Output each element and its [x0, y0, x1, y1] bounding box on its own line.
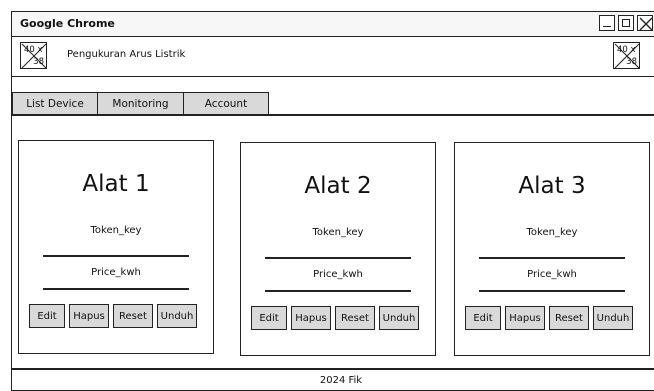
- device-card-1: Alat 1 Token_key Price_kwh Edit Hapus Re…: [18, 140, 214, 354]
- avatar-text-bottom: 38: [626, 57, 637, 67]
- close-icon: [639, 17, 653, 31]
- device-card-2: Alat 2 Token_key Price_kwh Edit Hapus Re…: [240, 142, 436, 356]
- price-kwh-label: Price_kwh: [313, 269, 363, 280]
- hapus-button[interactable]: Hapus: [291, 306, 331, 330]
- device-name: Alat 2: [304, 173, 372, 199]
- token-key-label: Token_key: [312, 227, 364, 238]
- unduh-button[interactable]: Unduh: [379, 306, 419, 330]
- logo-text-bottom: 38: [33, 57, 44, 67]
- device-name: Alat 1: [82, 171, 150, 197]
- edit-button[interactable]: Edit: [465, 306, 501, 330]
- reset-button[interactable]: Reset: [113, 304, 153, 328]
- edit-button[interactable]: Edit: [251, 306, 287, 330]
- token-key-field[interactable]: [479, 257, 625, 259]
- edit-button[interactable]: Edit: [29, 304, 65, 328]
- reset-button[interactable]: Reset: [335, 306, 375, 330]
- minimize-button[interactable]: [599, 15, 615, 31]
- hapus-button[interactable]: Hapus: [69, 304, 109, 328]
- tab-account[interactable]: Account: [183, 92, 269, 115]
- token-key-label: Token_key: [526, 227, 578, 238]
- app-logo: 40 x 38: [20, 42, 47, 69]
- footer-text: 2024 Fik: [319, 375, 363, 386]
- token-key-field[interactable]: [265, 257, 411, 259]
- price-kwh-field[interactable]: [43, 288, 189, 290]
- nav-bar: List Device Monitoring Account: [12, 92, 270, 115]
- nav-divider: [12, 114, 654, 116]
- price-kwh-label: Price_kwh: [91, 267, 141, 278]
- reset-button[interactable]: Reset: [549, 306, 589, 330]
- app-header: 40 x 38 Pengukuran Arus Listrik 40 x 38: [12, 36, 654, 77]
- window-title: Google Chrome: [20, 17, 115, 30]
- app-name: Pengukuran Arus Listrik: [67, 49, 186, 60]
- price-kwh-field[interactable]: [265, 290, 411, 292]
- device-name: Alat 3: [518, 173, 586, 199]
- unduh-button[interactable]: Unduh: [157, 304, 197, 328]
- maximize-button[interactable]: [618, 15, 634, 31]
- logo-text-top: 40 x: [24, 45, 43, 55]
- unduh-button[interactable]: Unduh: [593, 306, 633, 330]
- token-key-label: Token_key: [90, 225, 142, 236]
- tab-list-device[interactable]: List Device: [12, 92, 98, 115]
- browser-window: Google Chrome 40 x 38 Pengukuran Arus Li…: [11, 11, 654, 391]
- token-key-field[interactable]: [43, 255, 189, 257]
- title-bar: Google Chrome: [12, 12, 654, 37]
- price-kwh-label: Price_kwh: [527, 269, 577, 280]
- user-avatar[interactable]: 40 x 38: [613, 42, 640, 69]
- price-kwh-field[interactable]: [479, 290, 625, 292]
- close-button[interactable]: [637, 15, 653, 31]
- tab-monitoring[interactable]: Monitoring: [96, 92, 185, 115]
- hapus-button[interactable]: Hapus: [505, 306, 545, 330]
- avatar-text-top: 40 x: [617, 45, 636, 55]
- device-card-3: Alat 3 Token_key Price_kwh Edit Hapus Re…: [454, 142, 650, 356]
- footer-divider: [12, 368, 654, 370]
